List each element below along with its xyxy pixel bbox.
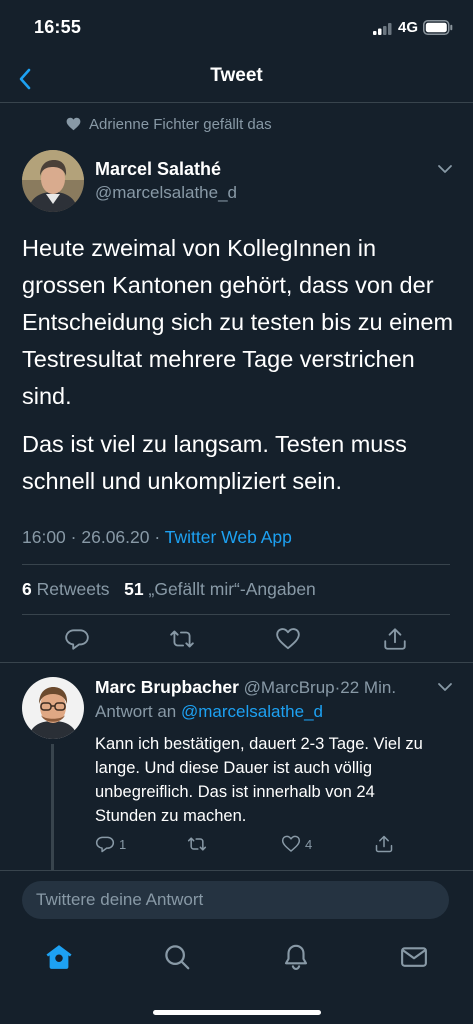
reply-like-button[interactable]: 4 — [281, 834, 312, 854]
reply-menu-button[interactable] — [436, 680, 454, 698]
battery-icon — [423, 20, 453, 40]
social-context[interactable]: Adrienne Fichter gefällt das — [66, 116, 272, 133]
tweet-text: Das ist viel zu langsam. Testen muss sch… — [22, 431, 407, 494]
reply-text: Kann ich bestätigen, dauert 2-3 Tage. Vi… — [95, 735, 423, 825]
divider — [0, 662, 473, 663]
reply-button[interactable] — [64, 626, 90, 652]
tab-notifications[interactable] — [281, 942, 311, 972]
bell-icon — [284, 944, 308, 970]
retweet-icon — [170, 630, 194, 648]
tweet-menu-button[interactable] — [436, 162, 454, 180]
share-icon — [375, 835, 393, 853]
reply-avatar[interactable] — [22, 677, 84, 739]
reply-to-label: Antwort an — [95, 702, 177, 721]
meta-separator: · — [154, 527, 161, 547]
status-time: 16:55 — [34, 17, 82, 37]
tweet-source-link[interactable]: Twitter Web App — [165, 527, 292, 547]
like-count: 4 — [305, 836, 313, 852]
reply-count: 1 — [119, 836, 127, 852]
share-icon — [384, 628, 406, 650]
reply-reply-button[interactable]: 1 — [95, 834, 126, 854]
likes-label: „Gefällt mir“-Angaben — [148, 579, 316, 599]
thread-line — [51, 744, 54, 870]
reply-icon — [95, 836, 115, 853]
tab-bar — [0, 930, 473, 1024]
chevron-down-icon — [438, 165, 452, 173]
chevron-down-icon — [438, 683, 452, 691]
signal-icon — [373, 22, 393, 40]
retweet-icon — [187, 837, 207, 851]
tweet-date: 26.06.20 — [81, 527, 150, 547]
tweet-time: 16:00 — [22, 527, 66, 547]
network-type: 4G — [398, 19, 419, 36]
divider — [22, 614, 450, 615]
author-photo — [22, 150, 84, 212]
likes-stat[interactable]: 51 „Gefällt mir“-Angaben — [124, 579, 316, 599]
reply-to: Antwort an @marcelsalathe_d — [95, 702, 323, 722]
nav-bar: Tweet — [0, 56, 473, 103]
tab-search[interactable] — [162, 942, 192, 972]
reply-author-handle[interactable]: @MarcBrup — [244, 678, 335, 697]
home-indicator[interactable] — [153, 1010, 321, 1015]
reply-retweet-button[interactable] — [187, 834, 207, 854]
reply-author-name[interactable]: Marc Brupbacher — [95, 677, 239, 697]
heart-outline-icon — [281, 835, 301, 852]
reply-input[interactable] — [22, 881, 449, 919]
page-title: Tweet — [210, 65, 263, 86]
home-icon — [46, 945, 72, 969]
heart-icon — [66, 117, 81, 131]
mail-icon — [401, 947, 427, 967]
avatar[interactable] — [22, 150, 84, 212]
retweets-label: Retweets — [36, 579, 110, 599]
retweets-stat[interactable]: 6 Retweets — [22, 579, 110, 599]
tab-messages[interactable] — [399, 942, 429, 972]
meta-separator: · — [70, 527, 77, 547]
status-bar: 16:55 4G — [0, 0, 473, 56]
tweet-stats: 6 Retweets 51 „Gefällt mir“-Angaben — [22, 579, 316, 600]
reply-author-photo — [22, 677, 84, 739]
author-handle[interactable]: @marcelsalathe_d — [95, 183, 237, 203]
retweets-count: 6 — [22, 579, 32, 599]
reply-icon — [65, 629, 89, 650]
likes-count: 51 — [124, 579, 144, 599]
tab-home[interactable] — [44, 942, 74, 972]
compose-area — [0, 870, 473, 931]
retweet-button[interactable] — [169, 626, 195, 652]
liked-by-text: Adrienne Fichter gefällt das — [89, 116, 272, 133]
reply-time: 22 Min. — [340, 678, 397, 697]
reply-to-handle[interactable]: @marcelsalathe_d — [181, 702, 323, 721]
search-icon — [165, 945, 190, 970]
reply-header: Marc Brupbacher @MarcBrup·22 Min. — [95, 677, 396, 698]
back-button[interactable] — [14, 62, 42, 96]
chevron-left-icon — [19, 68, 31, 90]
tweet-text: Heute zweimal von KollegInnen in grossen… — [22, 235, 454, 409]
divider — [22, 564, 450, 565]
tweet-meta: 16:00 · 26.06.20 · Twitter Web App — [22, 527, 292, 548]
share-button[interactable] — [382, 626, 408, 652]
like-button[interactable] — [275, 626, 301, 652]
heart-outline-icon — [276, 628, 300, 650]
author-name[interactable]: Marcel Salathé — [95, 159, 221, 180]
reply-share-button[interactable] — [374, 834, 394, 854]
